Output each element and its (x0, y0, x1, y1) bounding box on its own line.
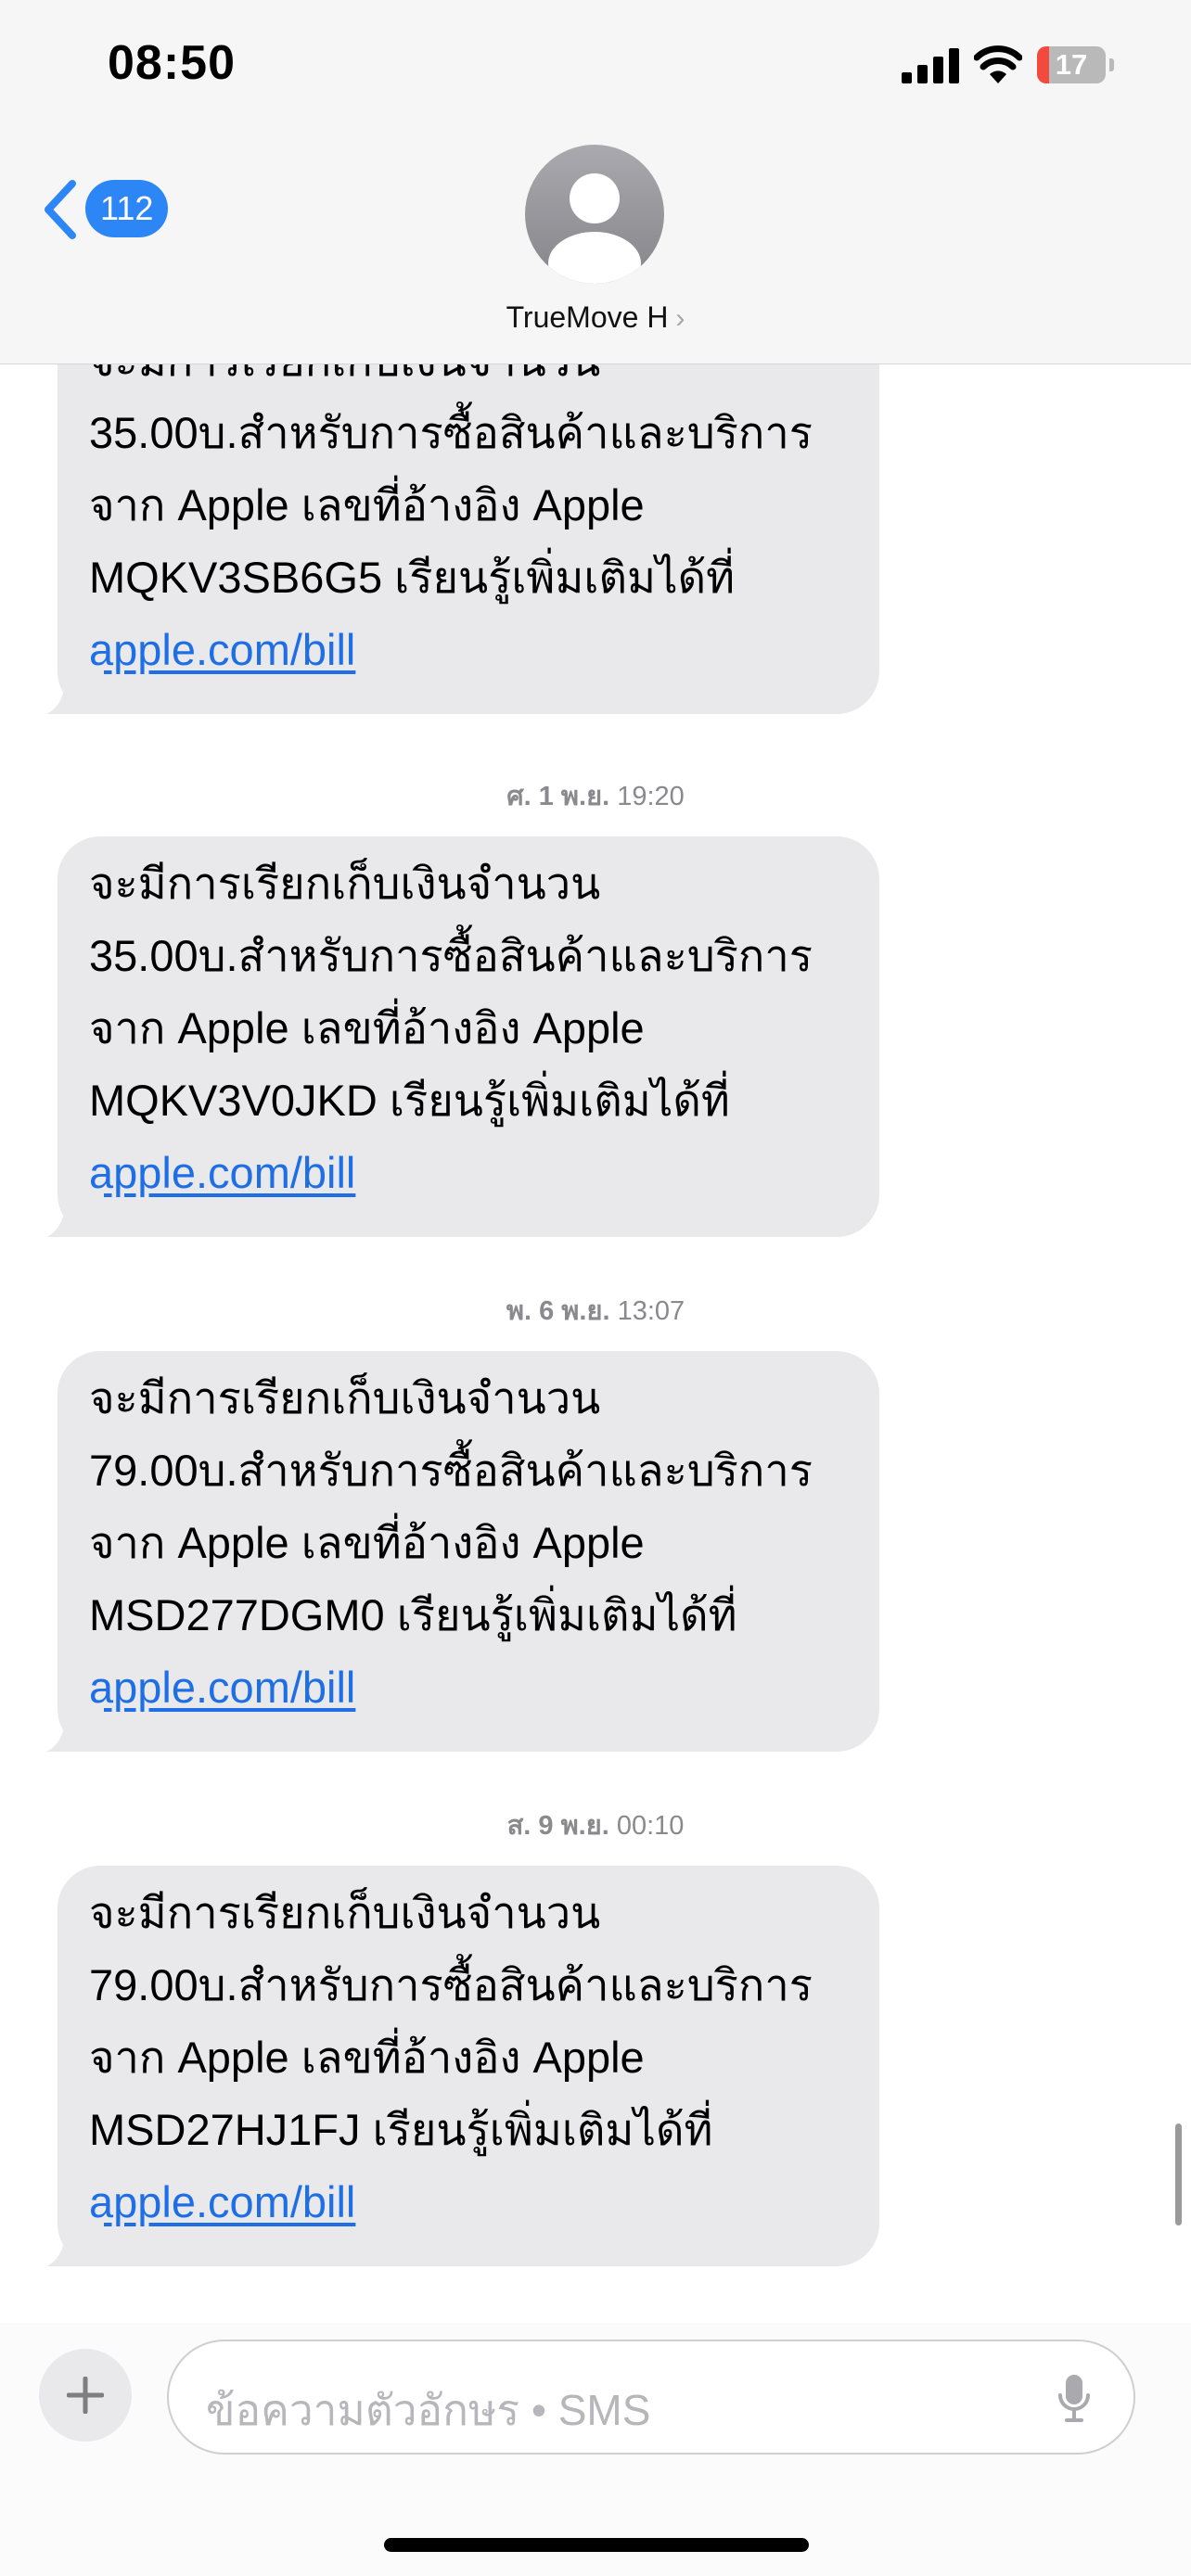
message-line: จะมีการเรียกเก็บเงินจำนวน (89, 1373, 601, 1422)
cellular-signal-icon (902, 48, 959, 83)
message-line: 79.00บ.สำหรับการซื้อสินค้าและบริการ (89, 1960, 813, 2009)
timestamp-day: พ. 6 พ.ย. (506, 1296, 610, 1326)
status-bar: 08:50 17 (0, 0, 1191, 139)
bubble-tail (46, 2218, 104, 2266)
message-timestamp: พ. 6 พ.ย. 13:07 (0, 1289, 1191, 1332)
message-line: จะมีการเรียกเก็บเงินจำนวน (89, 1888, 601, 1937)
bubble-tail (46, 666, 104, 714)
message-bubble[interactable]: จะมีการเรียกเก็บเงินจำนวน 35.00บ.สำหรับก… (58, 836, 879, 1237)
home-indicator[interactable] (384, 2538, 809, 2552)
add-attachment-button[interactable] (39, 2349, 132, 2442)
bubble-tail (46, 1703, 104, 1752)
message-line: 35.00บ.สำหรับการซื้อสินค้าและบริการ (89, 408, 813, 457)
wifi-icon (974, 45, 1022, 83)
status-time: 08:50 (108, 36, 236, 90)
message-line: จะมีการเรียกเก็บเงินจำนวน (89, 859, 601, 908)
message-line: MQKV3SB6G5 เรียนรู้เพิ่มเติมได้ที่ (89, 553, 736, 602)
scroll-indicator[interactable] (1175, 2123, 1182, 2225)
plus-icon (67, 2377, 104, 2414)
timestamp-time: 13:07 (617, 1296, 685, 1326)
message-line: 35.00บ.สำหรับการซื้อสินค้าและบริการ (89, 931, 813, 980)
battery-icon: 17 (1037, 46, 1115, 85)
message-line: MSD277DGM0 เรียนรู้เพิ่มเติมได้ที่ (89, 1590, 737, 1639)
message-line: จาก Apple เลขที่อ้างอิง Apple (89, 2033, 645, 2082)
message-input[interactable]: ข้อความตัวอักษร • SMS (167, 2340, 1135, 2455)
message-line: จะมีการเรียกเก็บเงินจำนวน (89, 364, 852, 397)
message-list[interactable]: จะมีการเรียกเก็บเงินจำนวน 35.00บ.สำหรับก… (0, 364, 1191, 2323)
message-link[interactable]: apple.com/bill (89, 1148, 355, 1197)
timestamp-day: ศ. 1 พ.ย. (506, 782, 610, 811)
chevron-left-icon (45, 180, 76, 239)
battery-level: 17 (1055, 48, 1088, 81)
message-bubble[interactable]: จะมีการเรียกเก็บเงินจำนวน 35.00บ.สำหรับก… (58, 364, 879, 714)
message-line: จาก Apple เลขที่อ้างอิง Apple (89, 1518, 645, 1567)
message-line: 79.00บ.สำหรับการซื้อสินค้าและบริการ (89, 1446, 813, 1495)
timestamp-day: ส. 9 พ.ย. (506, 1811, 609, 1841)
message-bubble[interactable]: จะมีการเรียกเก็บเงินจำนวน 79.00บ.สำหรับก… (58, 1351, 879, 1752)
chevron-right-icon: › (675, 303, 685, 334)
message-line: จาก Apple เลขที่อ้างอิง Apple (89, 480, 645, 529)
bubble-tail (46, 1189, 104, 1237)
contact-name[interactable]: TrueMove H › (410, 300, 781, 335)
person-avatar-icon[interactable] (525, 145, 664, 284)
timestamp-time: 19:20 (617, 782, 685, 811)
message-input-placeholder: ข้อความตัวอักษร • SMS (206, 2386, 651, 2434)
contact-name-label: TrueMove H (506, 300, 669, 334)
message-bubble[interactable]: จะมีการเรียกเก็บเงินจำนวน 79.00บ.สำหรับก… (58, 1866, 879, 2266)
unread-count-badge: 112 (85, 180, 169, 237)
message-timestamp: ศ. 1 พ.ย. 19:20 (0, 774, 1191, 817)
message-link[interactable]: apple.com/bill (89, 2177, 355, 2226)
back-button[interactable]: 112 (41, 174, 171, 243)
message-link[interactable]: apple.com/bill (89, 1663, 355, 1712)
message-line: MSD27HJ1FJ เรียนรู้เพิ่มเติมได้ที่ (89, 2105, 713, 2154)
message-timestamp: ส. 9 พ.ย. 00:10 (0, 1804, 1191, 1846)
microphone-icon[interactable] (1057, 2373, 1091, 2423)
message-link[interactable]: apple.com/bill (89, 625, 355, 674)
timestamp-time: 00:10 (616, 1811, 685, 1841)
conversation-header: 08:50 17 112 TrueMove H › (0, 0, 1191, 364)
message-line: จาก Apple เลขที่อ้างอิง Apple (89, 1003, 645, 1052)
message-line: MQKV3V0JKD เรียนรู้เพิ่มเติมได้ที่ (89, 1076, 730, 1125)
